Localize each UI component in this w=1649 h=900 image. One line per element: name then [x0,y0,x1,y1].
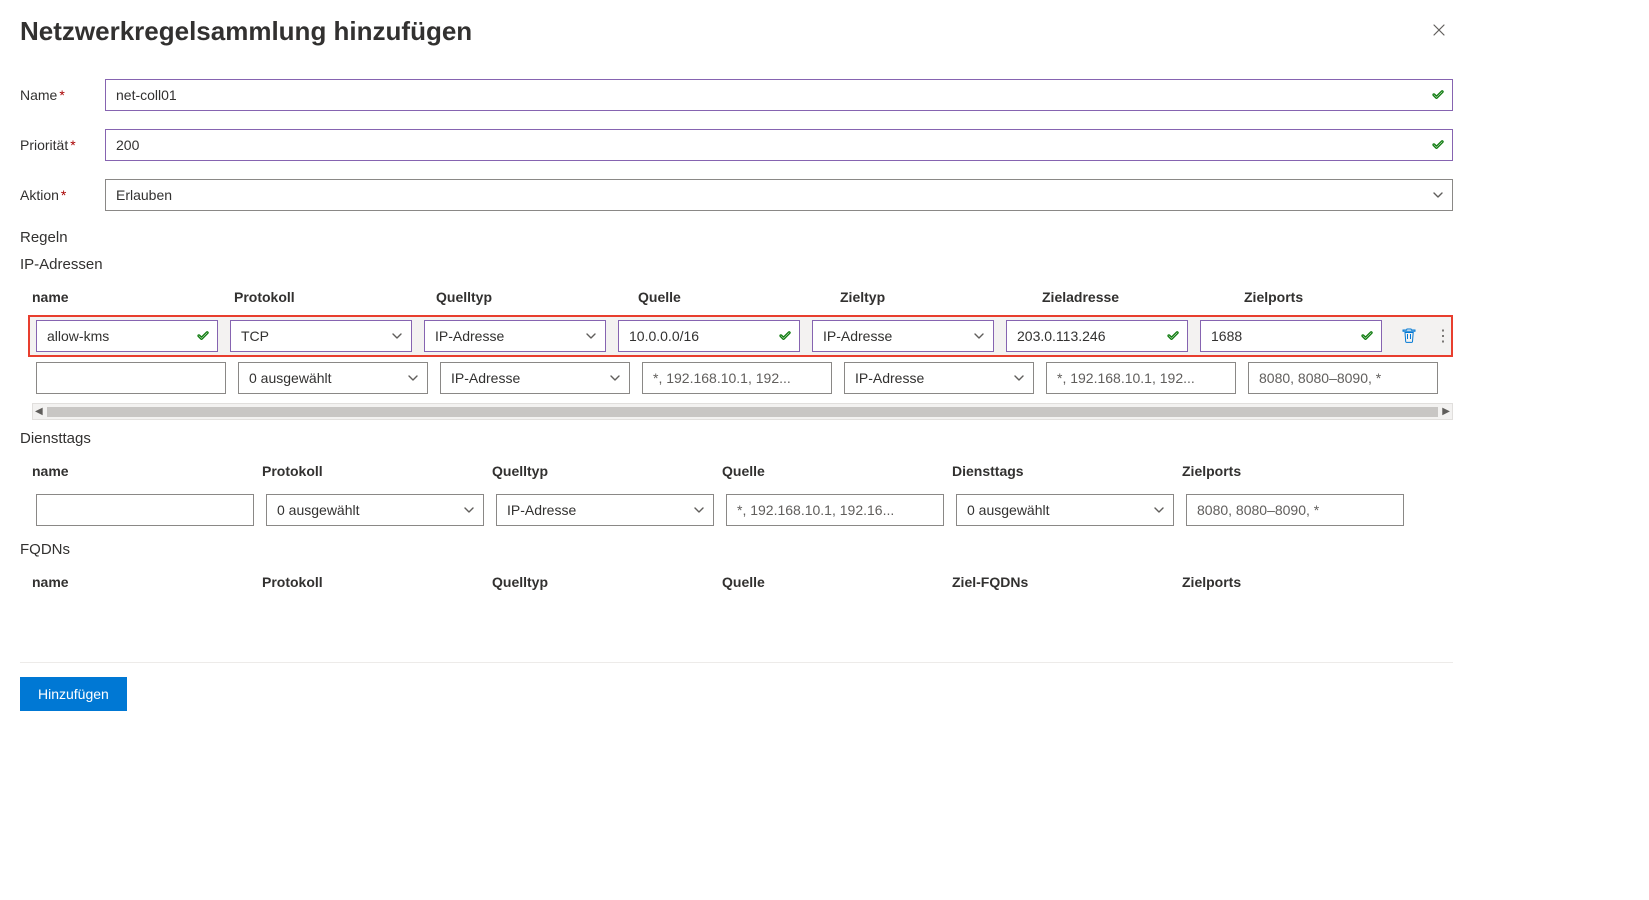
ip-header-source-type: Quelltyp [436,289,626,305]
st-header-service-tags: Diensttags [952,463,1170,479]
scroll-left-icon: ◀ [35,406,43,417]
delete-row-button[interactable] [1398,324,1421,348]
fq-header-dest-ports: Zielports [1182,574,1400,590]
chevron-down-icon [1153,504,1165,516]
st-header-source: Quelle [722,463,940,479]
chevron-down-icon [609,372,621,384]
rule-dest-addr-input[interactable] [1006,320,1188,352]
required-indicator: * [61,187,66,203]
service-tags-label: Diensttags [20,430,1453,447]
name-label: Name* [20,87,105,103]
rule-source-input[interactable] [726,494,944,526]
close-icon [1431,22,1447,42]
chevron-down-icon [973,330,985,342]
ip-header-protocol: Protokoll [234,289,424,305]
horizontal-scrollbar[interactable]: ◀ ▶ [32,403,1453,420]
rule-dest-ports-input[interactable] [1248,362,1438,394]
required-indicator: * [70,137,75,153]
rule-dest-addr-input[interactable] [1046,362,1236,394]
rule-name-input[interactable] [36,494,254,526]
chevron-down-icon [1013,372,1025,384]
action-dropdown[interactable]: Erlauben [105,179,1453,211]
ip-addresses-label: IP-Adressen [20,256,1453,273]
scroll-right-icon: ▶ [1442,406,1450,417]
rule-protocol-dropdown[interactable]: 0 ausgewählt [238,362,428,394]
chevron-down-icon [1432,189,1444,201]
rule-protocol-dropdown[interactable]: TCP [230,320,412,352]
action-value: Erlauben [116,187,172,203]
st-header-protocol: Protokoll [262,463,480,479]
ip-header-dest-ports: Zielports [1244,289,1434,305]
fq-header-dest-fqdns: Ziel-FQDNs [952,574,1170,590]
priority-label: Priorität* [20,137,105,153]
rule-source-type-dropdown[interactable]: IP-Adresse [496,494,714,526]
rule-source-input[interactable] [618,320,800,352]
scroll-track [47,407,1439,417]
rule-protocol-dropdown[interactable]: 0 ausgewählt [266,494,484,526]
ip-header-dest-type: Zieltyp [840,289,1030,305]
rule-dest-type-dropdown[interactable]: IP-Adresse [812,320,994,352]
chevron-down-icon [585,330,597,342]
name-input[interactable] [105,79,1453,111]
required-indicator: * [59,87,64,103]
ip-header-name: name [32,289,222,305]
fq-header-protocol: Protokoll [262,574,480,590]
rule-dest-ports-input[interactable] [1186,494,1404,526]
st-header-source-type: Quelltyp [492,463,710,479]
st-rule-row-blank: 0 ausgewählt IP-Adresse 0 ausgewählt [32,489,1453,531]
trash-icon [1401,327,1417,346]
fq-header-name: name [32,574,250,590]
rule-name-input[interactable] [36,362,226,394]
ip-header-source: Quelle [638,289,828,305]
rule-name-input[interactable] [36,320,218,352]
close-button[interactable] [1425,18,1453,45]
st-header-name: name [32,463,250,479]
fq-header-source-type: Quelltyp [492,574,710,590]
action-label: Aktion* [20,187,105,203]
chevron-down-icon [407,372,419,384]
ip-rule-row: TCP IP-Adresse IP-Adresse [28,315,1453,357]
fqdns-label: FQDNs [20,541,1453,558]
add-button[interactable]: Hinzufügen [20,677,127,711]
rule-dest-ports-input[interactable] [1200,320,1382,352]
blade-title: Netzwerkregelsammlung hinzufügen [20,16,472,47]
ip-rule-row-blank: 0 ausgewählt IP-Adresse IP-Adresse [32,357,1453,399]
rule-source-type-dropdown[interactable]: IP-Adresse [424,320,606,352]
chevron-down-icon [693,504,705,516]
priority-input[interactable] [105,129,1453,161]
row-overflow-menu[interactable]: ⋮ [1435,326,1449,346]
rule-dest-type-dropdown[interactable]: IP-Adresse [844,362,1034,394]
ip-header-dest-addr: Zieladresse [1042,289,1232,305]
rules-section-label: Regeln [20,229,1453,246]
chevron-down-icon [463,504,475,516]
chevron-down-icon [391,330,403,342]
fq-header-source: Quelle [722,574,940,590]
rule-source-type-dropdown[interactable]: IP-Adresse [440,362,630,394]
st-header-dest-ports: Zielports [1182,463,1400,479]
rule-source-input[interactable] [642,362,832,394]
rule-service-tags-dropdown[interactable]: 0 ausgewählt [956,494,1174,526]
